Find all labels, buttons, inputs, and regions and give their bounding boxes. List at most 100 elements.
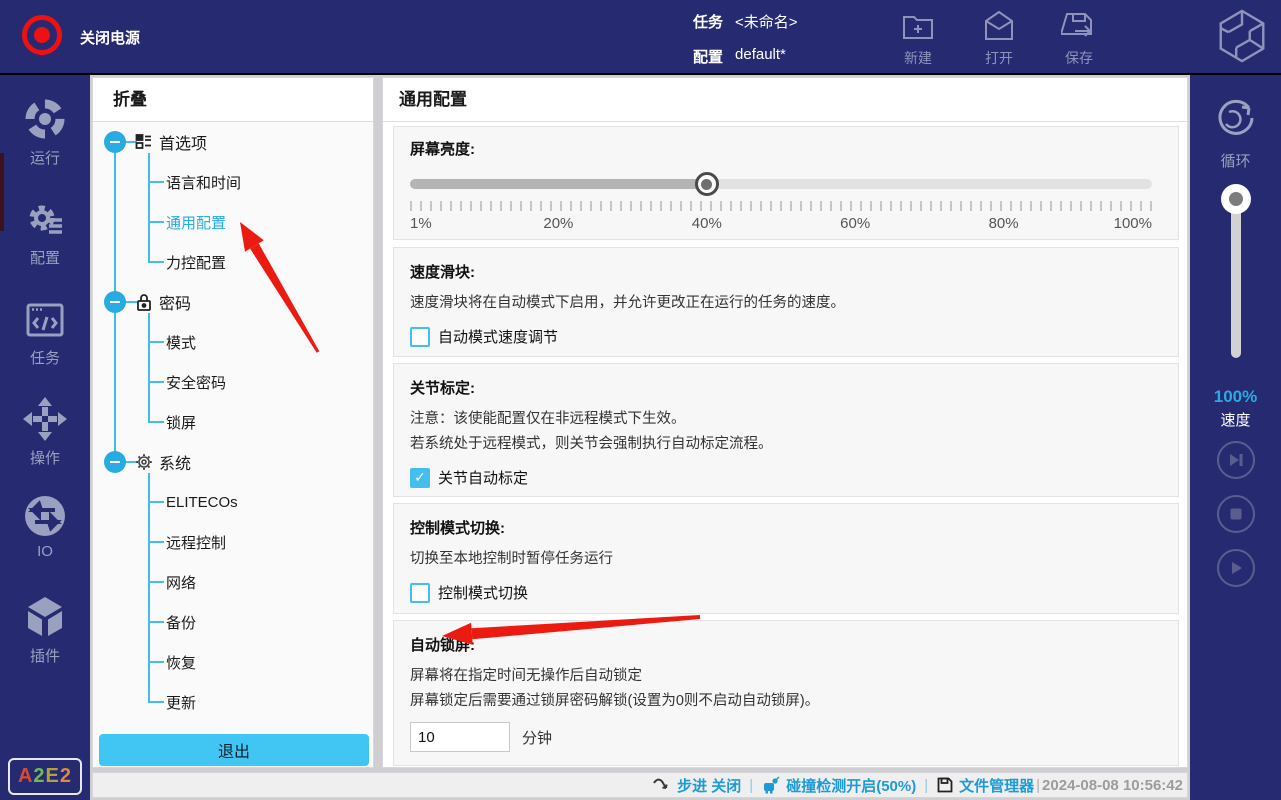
brightness-slider-fill bbox=[410, 179, 707, 189]
scale-label: 80% bbox=[988, 215, 1019, 232]
badge-char: 2 bbox=[33, 765, 46, 787]
control-mode-checkbox-label: 控制模式切换 bbox=[438, 585, 529, 602]
task-code-window-icon bbox=[0, 297, 90, 343]
control-mode-section: 控制模式切换: 切换至本地控制时暂停任务运行 ✓ 控制模式切换 bbox=[393, 503, 1179, 614]
hierarchy-icon bbox=[135, 133, 153, 151]
badge-char: 2 bbox=[59, 765, 73, 787]
step-mode-icon bbox=[653, 778, 668, 789]
nav-item-io[interactable]: IO bbox=[0, 493, 90, 560]
speed-slider-section: 速度滑块: 速度滑块将在自动模式下启用，并允许更改正在运行的任务的速度。 ✓ 自… bbox=[393, 247, 1179, 357]
step-mode-status[interactable]: 步进 关闭 bbox=[677, 775, 741, 796]
tree-item-mode[interactable]: 模式 bbox=[166, 332, 196, 353]
nav-item-config[interactable]: 配置 bbox=[0, 195, 90, 268]
nav-item-task[interactable]: 任务 bbox=[0, 297, 90, 368]
exit-button[interactable]: 退出 bbox=[99, 734, 369, 766]
open-button[interactable]: 打开 bbox=[967, 8, 1031, 68]
scale-label: 60% bbox=[840, 215, 871, 232]
collapse-toggle[interactable] bbox=[104, 291, 126, 313]
collapse-header[interactable]: 折叠 bbox=[93, 78, 373, 122]
stop-icon bbox=[1230, 508, 1242, 520]
status-timestamp: 2024-08-08 10:56:42 bbox=[1042, 776, 1183, 794]
statusbar-separator: | bbox=[749, 776, 754, 794]
tree-connector bbox=[148, 153, 150, 263]
tree-item-remote-control[interactable]: 远程控制 bbox=[166, 532, 226, 553]
joint-auto-calibration-checkbox-label: 关节自动标定 bbox=[438, 470, 529, 487]
config-value: default* bbox=[735, 46, 786, 63]
right-speed-sidebar: 循环 100% 速度 bbox=[1190, 75, 1281, 800]
speed-slider-label: 速度滑块: bbox=[410, 264, 475, 281]
tree-item-safety-password[interactable]: 安全密码 bbox=[166, 372, 226, 393]
brightness-scale: 1% 20% 40% 60% 80% 100% bbox=[410, 215, 1152, 235]
tree-item-update[interactable]: 更新 bbox=[166, 692, 196, 713]
statusbar-separator: | bbox=[924, 776, 929, 794]
open-envelope-icon bbox=[981, 8, 1017, 44]
auto-lock-minutes-input[interactable] bbox=[410, 722, 510, 752]
tree-item-language-time[interactable]: 语言和时间 bbox=[166, 172, 241, 193]
joint-calibration-label: 关节标定: bbox=[410, 380, 475, 397]
topbar-divider bbox=[0, 73, 1281, 75]
auto-lock-desc2: 屏幕锁定后需要通过锁屏密码解锁(设置为0则不启动自动锁屏)。 bbox=[410, 693, 820, 709]
top-bar: 关闭电源 任务 <未命名> 配置 default* 新建 打开 保存 bbox=[0, 0, 1281, 73]
elite-cube-logo bbox=[1213, 7, 1271, 70]
tree-item-network[interactable]: 网络 bbox=[166, 572, 196, 593]
collision-detect-status[interactable]: 碰撞检测开启(50%) bbox=[786, 775, 916, 796]
tree-item-restore[interactable]: 恢复 bbox=[166, 652, 196, 673]
page-title: 通用配置 bbox=[383, 78, 1187, 122]
loop-button[interactable]: 循环 bbox=[1190, 93, 1281, 171]
robot-model-badge[interactable]: A 2 E 2 bbox=[8, 758, 82, 795]
control-mode-checkbox[interactable]: ✓ bbox=[410, 582, 430, 603]
stop-button[interactable] bbox=[1217, 495, 1255, 533]
skip-to-end-button[interactable] bbox=[1217, 441, 1255, 479]
new-folder-plus-icon bbox=[900, 8, 936, 44]
nav-item-run[interactable]: 运行 bbox=[0, 95, 90, 168]
play-icon bbox=[1232, 562, 1242, 574]
collapse-toggle[interactable] bbox=[104, 451, 126, 473]
task-row: 任务 <未命名> bbox=[693, 11, 798, 32]
auto-lock-label: 自动锁屏: bbox=[410, 637, 475, 654]
badge-char: E bbox=[45, 765, 60, 787]
collapse-toggle[interactable] bbox=[104, 131, 126, 153]
brightness-ruler bbox=[410, 201, 1152, 211]
tree-item-lock-screen[interactable]: 锁屏 bbox=[166, 412, 196, 433]
brightness-slider-handle[interactable] bbox=[694, 172, 719, 196]
task-label: 任务 bbox=[693, 14, 724, 31]
file-manager-icon bbox=[937, 777, 953, 793]
joint-calibration-desc2: 若系统处于远程模式，则关节会强制执行自动标定流程。 bbox=[410, 436, 773, 452]
new-button[interactable]: 新建 bbox=[886, 8, 950, 68]
brightness-section: 屏幕亮度: 1% 20% 40% 60% 80% 100% bbox=[393, 126, 1179, 240]
speed-slider-handle[interactable] bbox=[1221, 184, 1251, 214]
tree-item-backup[interactable]: 备份 bbox=[166, 612, 196, 633]
speed-slider-track[interactable] bbox=[1231, 190, 1241, 358]
power-label: 关闭电源 bbox=[80, 30, 141, 47]
config-gear-icon bbox=[0, 195, 90, 243]
auto-speed-checkbox[interactable]: ✓ bbox=[410, 326, 430, 347]
tree-item-force-config[interactable]: 力控配置 bbox=[166, 252, 226, 273]
jog-move-arrows-icon bbox=[0, 395, 90, 443]
tree-group-preferences[interactable]: 首选项 bbox=[159, 130, 207, 154]
play-button[interactable] bbox=[1217, 549, 1255, 587]
statusbar-separator: | bbox=[1036, 776, 1041, 794]
auto-lock-section: 自动锁屏: 屏幕将在指定时间无操作后自动锁定 屏幕锁定后需要通过锁屏密码解锁(设… bbox=[393, 620, 1179, 766]
nav-item-plugin[interactable]: 插件 bbox=[0, 593, 90, 666]
tree-item-general-config[interactable]: 通用配置 bbox=[166, 212, 226, 233]
plugin-cube-icon bbox=[0, 593, 90, 641]
scale-label: 20% bbox=[543, 215, 574, 232]
nav-item-jog[interactable]: 操作 bbox=[0, 395, 90, 468]
speed-percent-value: 100% bbox=[1213, 387, 1258, 406]
speed-slider-desc: 速度滑块将在自动模式下启用，并允许更改正在运行的任务的速度。 bbox=[410, 295, 845, 311]
auto-lock-desc1: 屏幕将在指定时间无操作后自动锁定 bbox=[410, 668, 642, 684]
left-nav-sidebar: 运行 配置 任务 操作 IO 插件 A 2 E 2 bbox=[0, 75, 90, 800]
control-mode-desc: 切换至本地控制时暂停任务运行 bbox=[410, 551, 613, 567]
brightness-slider[interactable] bbox=[410, 172, 1152, 196]
tree-group-system[interactable]: 系统 bbox=[159, 450, 191, 474]
tree-item-elitecos[interactable]: ELITECOs bbox=[166, 494, 238, 511]
joint-auto-calibration-checkbox[interactable]: ✓ bbox=[410, 467, 430, 488]
skip-to-end-icon bbox=[1230, 454, 1243, 466]
power-button[interactable] bbox=[20, 12, 64, 58]
tree-group-password[interactable]: 密码 bbox=[159, 290, 191, 314]
save-button[interactable]: 保存 bbox=[1047, 8, 1111, 68]
scale-label: 1% bbox=[410, 215, 432, 232]
scale-label: 100% bbox=[1113, 215, 1152, 232]
file-manager-link[interactable]: 文件管理器 bbox=[959, 775, 1034, 796]
power-icon bbox=[22, 15, 62, 55]
